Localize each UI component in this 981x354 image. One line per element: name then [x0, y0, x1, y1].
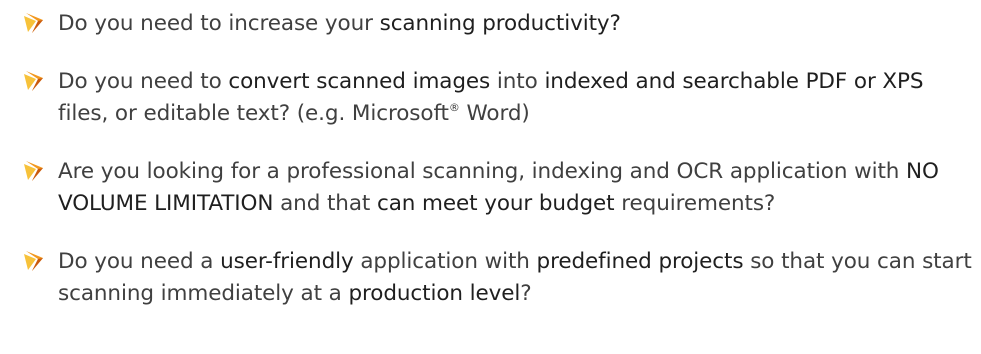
text-segment: Do you need to: [58, 69, 229, 94]
text-segment: files, or editable text? (e.g. Microsoft: [58, 101, 449, 126]
text-segment: Do you need to increase your: [58, 11, 380, 36]
list-item: Do you need to increase your scanning pr…: [22, 8, 977, 40]
highlight-text: predefined projects: [536, 249, 744, 274]
text-segment: into: [490, 69, 545, 94]
text-segment: requirements?: [614, 191, 776, 216]
highlight-text: scanning productivity?: [379, 11, 621, 36]
item-text: Do you need to convert scanned images in…: [58, 69, 924, 126]
chevron-arrow-bullet-icon: [22, 160, 46, 182]
highlight-text: production level: [348, 281, 521, 306]
text-segment: Word): [459, 101, 530, 126]
registered-mark: ®: [448, 101, 460, 114]
text-segment: and that: [273, 191, 377, 216]
text-segment: Are you looking for a professional scann…: [58, 159, 907, 184]
chevron-arrow-bullet-icon: [22, 70, 46, 92]
chevron-arrow-bullet-icon: [22, 12, 46, 34]
item-text: Do you need a user-friendly application …: [58, 249, 972, 306]
highlight-text: can meet your budget: [376, 191, 615, 216]
text-segment: application with: [353, 249, 537, 274]
list-item: Are you looking for a professional scann…: [22, 156, 977, 220]
question-list: Do you need to increase your scanning pr…: [22, 8, 977, 310]
item-text: Do you need to increase your scanning pr…: [58, 11, 621, 36]
highlight-text: indexed and searchable PDF or XPS: [544, 69, 924, 94]
text-segment: Do you need a: [58, 249, 221, 274]
list-item: Do you need to convert scanned images in…: [22, 66, 977, 130]
highlight-text: user-friendly: [220, 249, 354, 274]
text-segment: ?: [520, 281, 532, 306]
highlight-text: convert scanned images: [228, 69, 491, 94]
list-item: Do you need a user-friendly application …: [22, 246, 977, 310]
item-text: Are you looking for a professional scann…: [58, 159, 939, 216]
chevron-arrow-bullet-icon: [22, 250, 46, 272]
